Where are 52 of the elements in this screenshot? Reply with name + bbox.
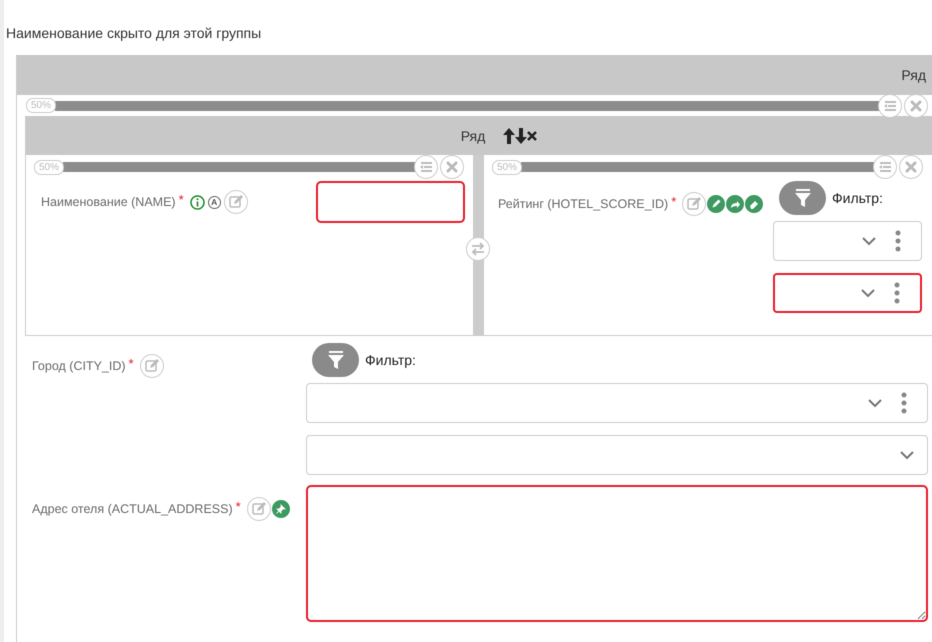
required-mark: * <box>671 194 676 208</box>
chevron-down-icon <box>861 235 877 247</box>
more-icon[interactable] <box>895 230 901 252</box>
group-note: Наименование скрыто для этой группы <box>6 25 262 42</box>
edit-icon[interactable] <box>246 497 271 521</box>
auto-icon[interactable]: A <box>208 196 221 208</box>
required-mark: * <box>236 500 241 512</box>
arrow-up-icon[interactable] <box>503 128 516 144</box>
chevron-down-icon <box>899 449 915 461</box>
edit-icon[interactable] <box>140 354 164 378</box>
filter-button[interactable] <box>779 181 826 215</box>
select-field[interactable] <box>773 221 922 261</box>
close-icon[interactable] <box>904 94 928 118</box>
more-icon[interactable] <box>894 282 900 304</box>
field-label: Рейтинг (HOTEL_SCORE_ID) <box>498 197 668 211</box>
arrow-down-icon[interactable] <box>515 128 528 144</box>
filter-button[interactable] <box>312 343 359 377</box>
select-field[interactable] <box>773 273 922 313</box>
filter-label: Фильтр: <box>832 190 883 206</box>
text-input[interactable] <box>316 181 465 223</box>
list-icon[interactable] <box>873 155 897 179</box>
pin-icon[interactable] <box>272 500 290 518</box>
required-mark: * <box>178 192 184 206</box>
width-badge[interactable]: 50% <box>492 160 522 174</box>
field-label: Наименование (NAME) <box>41 195 176 209</box>
filter-icon <box>326 351 344 369</box>
address-textarea[interactable] <box>306 485 928 622</box>
chevron-down-icon <box>867 397 883 409</box>
row-title: Ряд <box>901 67 926 83</box>
chevron-down-icon <box>860 287 876 299</box>
required-mark: * <box>128 356 134 370</box>
select-field[interactable] <box>306 383 928 423</box>
close-icon[interactable] <box>440 155 464 179</box>
select-field[interactable] <box>306 435 928 475</box>
share-icon[interactable] <box>726 195 744 213</box>
list-icon[interactable] <box>414 155 438 179</box>
info-icon[interactable] <box>190 194 205 210</box>
edit-icon[interactable] <box>682 192 706 216</box>
filter-label: Фильтр: <box>365 352 416 368</box>
field-label: Город (CITY_ID) <box>32 359 126 373</box>
field-label: Адрес отеля (ACTUAL_ADDRESS) <box>32 502 233 516</box>
swap-icon[interactable] <box>466 237 490 261</box>
close-icon[interactable] <box>899 155 923 179</box>
row-title: Ряд <box>460 128 486 144</box>
pencil-icon[interactable] <box>707 195 726 213</box>
width-badge[interactable]: 50% <box>34 160 64 174</box>
eraser-icon[interactable] <box>745 195 764 213</box>
more-icon[interactable] <box>901 392 907 414</box>
filter-icon <box>794 189 812 207</box>
list-icon[interactable] <box>878 94 902 118</box>
edit-icon[interactable] <box>224 190 248 214</box>
width-badge[interactable]: 50% <box>26 98 56 113</box>
